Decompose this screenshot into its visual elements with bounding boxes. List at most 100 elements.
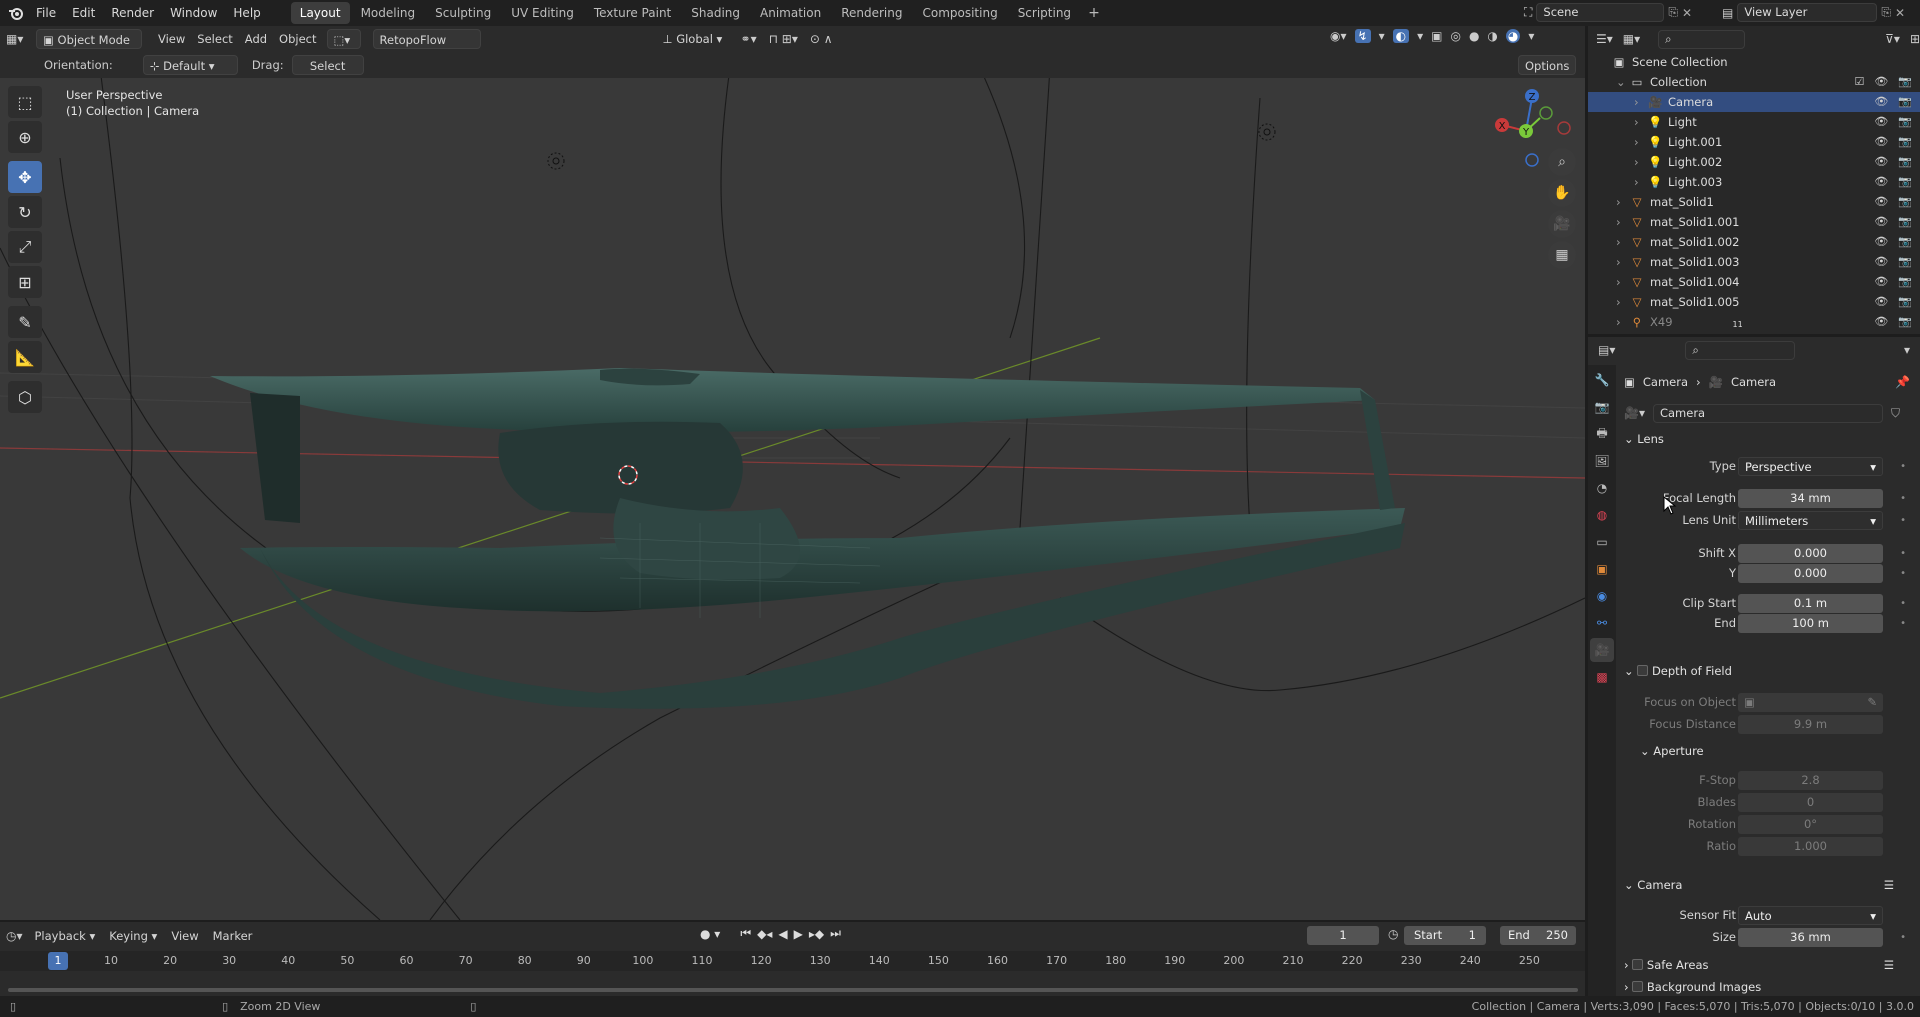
display-mode-icon[interactable]: ▦▾ — [1623, 32, 1640, 46]
camera-panel-header[interactable]: ⌄ Camera ☰ — [1624, 874, 1916, 896]
frame-ruler[interactable]: 10 20 30 40 50 60 70 80 90 100 110 120 130 140 150 160 1… — [0, 951, 1585, 971]
eye-icon[interactable]: 👁 — [1874, 132, 1888, 152]
proportional-edit-icon[interactable]: ⊙ ∧ — [810, 32, 833, 46]
add-workspace-button[interactable]: + — [1080, 5, 1108, 21]
animate-icon[interactable]: • — [1900, 618, 1906, 629]
chevron-down-icon[interactable]: ⌄ — [1616, 72, 1630, 92]
camera-data-tab-icon[interactable]: 🎥 — [1590, 638, 1614, 662]
eye-icon[interactable]: 👁 — [1874, 92, 1888, 112]
chevron-right-icon[interactable]: › — [1616, 192, 1630, 212]
chevron-right-icon[interactable]: › — [1616, 232, 1630, 252]
chevron-right-icon[interactable]: › — [1634, 112, 1648, 132]
outliner-row-light[interactable]: › 💡 Light 👁 📷 — [1588, 112, 1920, 132]
render-camera-icon[interactable]: 📷 — [1898, 192, 1912, 212]
viewport-menu-add[interactable]: Add — [239, 29, 273, 49]
filter-icon[interactable]: ⊽▾ — [1885, 32, 1900, 46]
render-camera-icon[interactable]: 📷 — [1898, 252, 1912, 272]
camera-view-icon[interactable]: 🎥 — [1548, 210, 1576, 238]
background-images-panel-header[interactable]: › Background Images — [1624, 976, 1916, 996]
workspace-tab-rendering[interactable]: Rendering — [832, 2, 911, 24]
sensor-fit-dropdown[interactable]: Auto ▾ — [1738, 905, 1883, 925]
workspace-tab-uv-editing[interactable]: UV Editing — [502, 2, 583, 24]
render-camera-icon[interactable]: 📷 — [1898, 152, 1912, 172]
menu-render[interactable]: Render — [103, 0, 162, 26]
scene-selector[interactable]: Scene — [1536, 3, 1665, 22]
gizmo-dropdown-icon[interactable]: ▾ — [1379, 29, 1385, 43]
menu-help[interactable]: Help — [225, 0, 268, 26]
gizmo-toggle-icon[interactable]: ↯ — [1354, 29, 1371, 43]
overlays-dropdown-icon[interactable]: ▾ — [1417, 29, 1423, 43]
zoom-icon[interactable]: ⌕ — [1548, 148, 1576, 176]
chevron-right-icon[interactable]: › — [1634, 172, 1648, 192]
render-camera-icon[interactable]: 📷 — [1898, 112, 1912, 132]
presets-list-icon[interactable]: ☰ — [1884, 954, 1894, 976]
lens-type-dropdown[interactable]: Perspective ▾ — [1738, 456, 1883, 476]
menu-file[interactable]: File — [28, 0, 64, 26]
pan-hand-icon[interactable]: ✋ — [1548, 179, 1576, 207]
outliner-row-collection[interactable]: ⌄ ▭ Collection ☑ 👁 📷 — [1588, 72, 1920, 92]
jump-start-icon[interactable]: ⏮ — [740, 926, 751, 941]
safe-areas-panel-header[interactable]: › Safe Areas ☰ — [1624, 954, 1916, 976]
scale-icon[interactable]: ⤢ — [8, 231, 42, 263]
animate-icon[interactable]: • — [1900, 548, 1906, 559]
timeline-scrollbar[interactable] — [8, 988, 1578, 992]
timeline-editor-icon[interactable]: ◷▾ — [6, 929, 23, 943]
outliner-row-camera[interactable]: › 🎥 Camera 👁 📷 — [1588, 92, 1920, 112]
eye-icon[interactable]: 👁 — [1874, 292, 1888, 312]
chevron-right-icon[interactable]: › — [1634, 132, 1648, 152]
transform-orientation[interactable]: ⊥ Global ▾ — [657, 29, 731, 49]
blender-logo-icon[interactable] — [4, 0, 28, 26]
workspace-tab-layout[interactable]: Layout — [290, 2, 350, 24]
chevron-right-icon[interactable]: › — [1616, 292, 1630, 312]
workspace-tab-animation[interactable]: Animation — [751, 2, 830, 24]
delete-view-layer-icon[interactable]: ✕ — [1895, 6, 1905, 20]
annotate-icon[interactable]: ✎ — [8, 306, 42, 338]
start-frame-field[interactable]: Start 1 — [1404, 926, 1486, 945]
fake-user-icon[interactable]: ⛉ — [1891, 406, 1900, 421]
render-tab-icon[interactable]: 📷 — [1590, 395, 1614, 419]
mode-selector[interactable]: ▣ Object Mode ▾ — [36, 29, 142, 67]
focus-distance-field[interactable]: 9.9 m — [1738, 714, 1883, 734]
outliner-row-mat-solid1-003[interactable]: › ▽ mat_Solid1.003 👁 📷 — [1588, 252, 1920, 272]
view-layer-selector[interactable]: View Layer — [1737, 3, 1878, 22]
dof-panel-header[interactable]: ⌄ Depth of Field — [1624, 660, 1916, 682]
animate-icon[interactable]: • — [1900, 493, 1906, 504]
eye-icon[interactable]: 👁 — [1874, 192, 1888, 212]
new-collection-icon[interactable]: ⊞ — [1910, 32, 1920, 46]
output-tab-icon[interactable]: 🖶 — [1590, 422, 1614, 446]
workspace-tab-modeling[interactable]: Modeling — [352, 2, 425, 24]
timeline-menu-view[interactable]: View — [165, 926, 204, 946]
lens-panel-header[interactable]: ⌄ Lens — [1624, 428, 1916, 450]
sensor-size-field[interactable]: 36 mm — [1738, 927, 1883, 947]
render-camera-icon[interactable]: 📷 — [1898, 232, 1912, 252]
safe-areas-checkbox[interactable] — [1632, 959, 1644, 970]
outliner-row-x49[interactable]: › ⚲ X49 11 👁 📷 — [1588, 312, 1920, 332]
jump-keyframe-forward-icon[interactable]: ▸◆ — [809, 927, 824, 941]
move-icon[interactable]: ✥ — [8, 161, 42, 193]
record-icon[interactable]: ● ▾ — [700, 927, 720, 941]
ratio-field[interactable]: 1.000 — [1738, 836, 1883, 856]
exclude-checkbox-icon[interactable]: ☑ — [1854, 72, 1864, 92]
xray-icon[interactable]: ▣ — [1431, 29, 1442, 43]
background-images-checkbox[interactable] — [1632, 981, 1644, 992]
timeline-menu-keying[interactable]: Keying ▾ — [103, 926, 163, 946]
perspective-toggle-icon[interactable]: ▦ — [1548, 241, 1576, 269]
render-camera-icon[interactable]: 📷 — [1898, 72, 1912, 92]
lens-unit-dropdown[interactable]: Millimeters ▾ — [1738, 510, 1883, 530]
scene-collection-row[interactable]: ▣ Scene Collection — [1588, 52, 1920, 72]
eye-icon[interactable]: 👁 — [1874, 312, 1888, 332]
workspace-tab-compositing[interactable]: Compositing — [913, 2, 1006, 24]
editor-type-icon[interactable]: ▦▾ — [6, 32, 32, 46]
add-cube-icon[interactable]: ⬡ — [8, 381, 42, 413]
rendered-shading-icon[interactable]: ◕ — [1505, 29, 1521, 43]
visibility-icon[interactable]: ◉▾ — [1330, 29, 1347, 43]
playhead[interactable]: 1 — [48, 952, 68, 970]
camera-data-browse-icon[interactable]: 🎥▾ — [1624, 406, 1645, 420]
chevron-right-icon[interactable]: › — [1616, 272, 1630, 292]
outliner-row-mat-solid1-005[interactable]: › ▽ mat_Solid1.005 👁 📷 — [1588, 292, 1920, 312]
viewport-menu-select[interactable]: Select — [191, 29, 238, 49]
delete-scene-icon[interactable]: ✕ — [1682, 6, 1692, 20]
clock-icon[interactable]: ◷ — [1388, 927, 1398, 941]
current-frame-field[interactable]: 1 — [1307, 926, 1379, 945]
eyedropper-icon[interactable]: ✎ — [1867, 693, 1877, 712]
